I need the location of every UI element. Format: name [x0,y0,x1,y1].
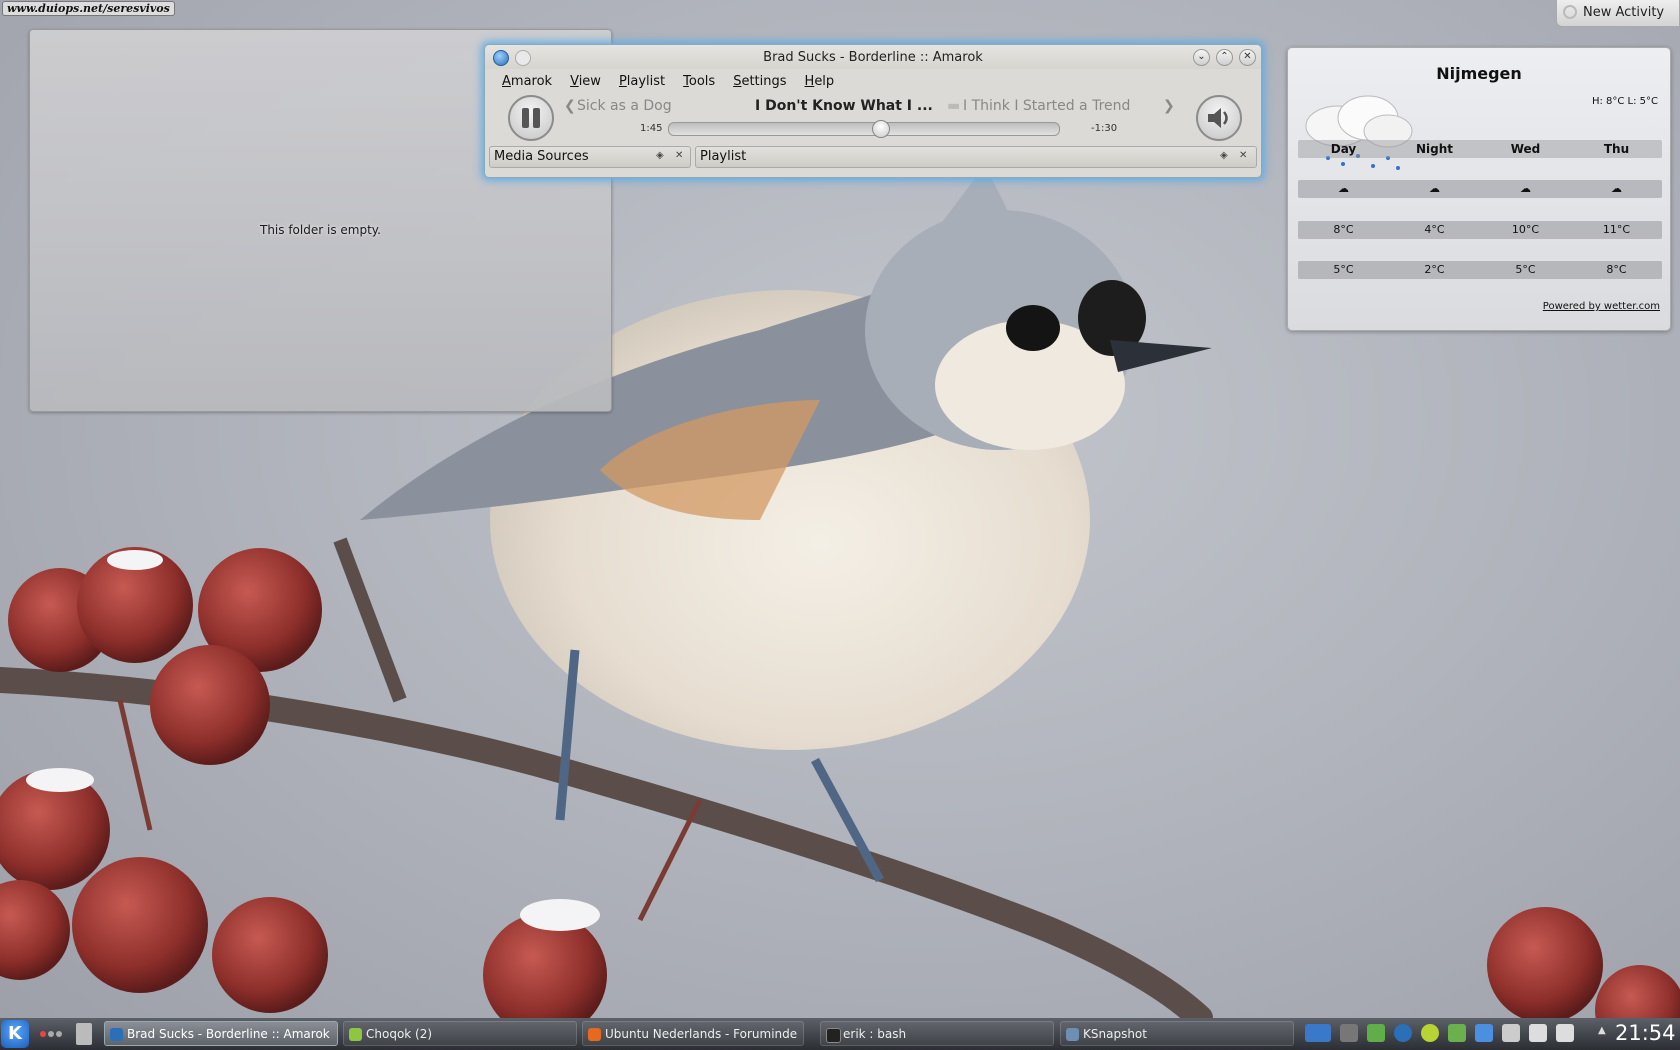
weather-city: Nijmegen [1436,64,1522,83]
rain-cloud-icon [1305,95,1413,170]
system-tray [1305,1024,1574,1042]
forecast-wed: Wed [1510,142,1541,156]
task-label: Choqok (2) [366,1027,433,1041]
display-icon[interactable] [1305,1024,1331,1042]
previous-track-icon[interactable]: ❮ [564,98,576,114]
volume-icon[interactable] [1529,1024,1547,1042]
task-label: Ubuntu Nederlands - Foruminde [605,1027,798,1041]
forecast-low: 5°C [1333,263,1354,276]
folder-empty-message: This folder is empty. [260,223,381,237]
seek-slider-knob[interactable] [871,120,890,138]
mail-icon[interactable] [1367,1024,1385,1042]
choqok-task-icon [349,1028,362,1041]
previous-track-title[interactable]: Sick as a Dog [577,98,672,114]
menu-playlist[interactable]: Playlist [610,72,674,92]
current-track-title: I Don't Know What I ... [755,98,933,114]
task-choqok[interactable]: Choqok (2) [343,1021,577,1046]
download-icon[interactable] [1475,1024,1493,1042]
tools-icon[interactable] [1448,1024,1466,1042]
seek-slider[interactable] [668,120,1060,138]
menu-amarok[interactable]: Amarok [493,72,561,92]
firefox-task-icon [588,1028,601,1041]
amarok-task-icon [110,1028,123,1041]
forecast-night: Night [1415,142,1454,156]
forecast-high: 4°C [1424,223,1445,236]
media-sources-panel-header[interactable]: Media Sources ◈ ✕ [489,146,691,168]
network-icon[interactable] [1394,1024,1412,1042]
task-firefox[interactable]: Ubuntu Nederlands - Foruminde [582,1021,804,1046]
cloud-icon: ☁ [1611,182,1622,195]
menu-tools[interactable]: Tools [674,72,724,92]
pause-button[interactable] [508,95,554,141]
pager-icon[interactable] [76,1023,92,1045]
close-button[interactable]: ✕ [1239,49,1256,66]
menu-help[interactable]: Help [796,72,844,92]
scissors-icon[interactable] [1502,1024,1520,1042]
maximize-button[interactable]: ⌃ [1216,49,1233,66]
weather-high-low: H: 8°C L: 5°C [1591,96,1658,107]
float-playlist-panel-icon[interactable]: ◈ [1220,150,1228,161]
activity-icon [1563,5,1577,19]
amarok-window: Brad Sucks - Borderline :: Amarok ⌄ ⌃ ✕ … [484,44,1262,178]
close-panel-icon[interactable]: ✕ [675,150,683,161]
forecast-high: 11°C [1602,223,1631,236]
media-sources-label: Media Sources [494,149,589,164]
kde-menu-button[interactable]: K [1,1020,29,1048]
forecast-header-row: Day Night Wed Thu [1298,140,1662,158]
forecast-low: 5°C [1515,263,1536,276]
task-label: Brad Sucks - Borderline :: Amarok [127,1027,330,1041]
task-terminal[interactable]: erik : bash [820,1021,1054,1046]
pause-icon-bar [533,108,540,128]
menu-bar: Amarok View Playlist Tools Settings Help [493,72,843,92]
forecast-icon-row: ☁ ☁ ☁ ☁ [1298,180,1662,198]
forecast-low-row: 5°C 2°C 5°C 8°C [1298,261,1662,279]
wallpaper-watermark: www.duiops.net/seresvivos [2,1,175,16]
forecast-low: 2°C [1424,263,1445,276]
task-label: erik : bash [843,1027,907,1041]
rain-cloud-icon: ☁ [1429,182,1440,195]
elapsed-time: 1:45 [640,123,663,134]
updates-icon[interactable] [1421,1024,1439,1042]
task-label: KSnapshot [1083,1027,1147,1041]
tray-expand-icon[interactable]: ▲ [1598,1025,1606,1036]
window-titlebar[interactable]: Brad Sucks - Borderline :: Amarok ⌄ ⌃ ✕ [485,45,1261,69]
forecast-high: 10°C [1511,223,1540,236]
remaining-time: -1:30 [1091,123,1118,134]
close-playlist-panel-icon[interactable]: ✕ [1239,150,1247,161]
playlist-label: Playlist [700,149,747,164]
menu-settings[interactable]: Settings [724,72,795,92]
rain-cloud-icon: ☁ [1520,182,1531,195]
powered-by-link[interactable]: Powered by wetter.com [1543,301,1660,312]
window-title: Brad Sucks - Borderline :: Amarok [763,50,983,65]
speaker-icon [1208,108,1228,128]
activity-switcher-icon[interactable] [40,1031,62,1037]
rain-cloud-icon: ☁ [1338,182,1349,195]
playlist-panel-header[interactable]: Playlist ◈ ✕ [695,146,1257,168]
taskbar: K Brad Sucks - Borderline :: Amarok Choq… [0,1018,1680,1050]
terminal-task-icon [826,1028,841,1043]
forecast-thu: Thu [1603,142,1630,156]
task-amarok[interactable]: Brad Sucks - Borderline :: Amarok [104,1021,338,1046]
forecast-high-row: 8°C 4°C 10°C 11°C [1298,221,1662,239]
info-icon[interactable] [1340,1024,1358,1042]
menu-view[interactable]: View [561,72,610,92]
new-activity-label: New Activity [1583,5,1665,20]
forecast-day: Day [1330,142,1357,156]
ksnapshot-task-icon [1066,1028,1079,1041]
task-ksnapshot[interactable]: KSnapshot [1060,1021,1294,1046]
pause-icon [522,108,529,128]
battery-icon[interactable] [1556,1024,1574,1042]
next-track-title[interactable]: I Think I Started a Trend [963,98,1130,114]
minimize-button[interactable]: ⌄ [1193,49,1210,66]
clock[interactable]: 21:54 [1615,1021,1676,1045]
next-track-icon[interactable]: ❯ [1163,98,1175,114]
float-panel-icon[interactable]: ◈ [656,150,664,161]
forecast-low: 8°C [1606,263,1627,276]
forecast-high: 8°C [1333,223,1354,236]
weather-widget[interactable]: Nijmegen H: 8°C L: 5°C Day Night Wed Thu… [1287,47,1671,331]
bookmark-icon: ▬ [947,98,961,114]
volume-button[interactable] [1196,95,1242,141]
new-activity-button[interactable]: New Activity [1556,0,1680,27]
